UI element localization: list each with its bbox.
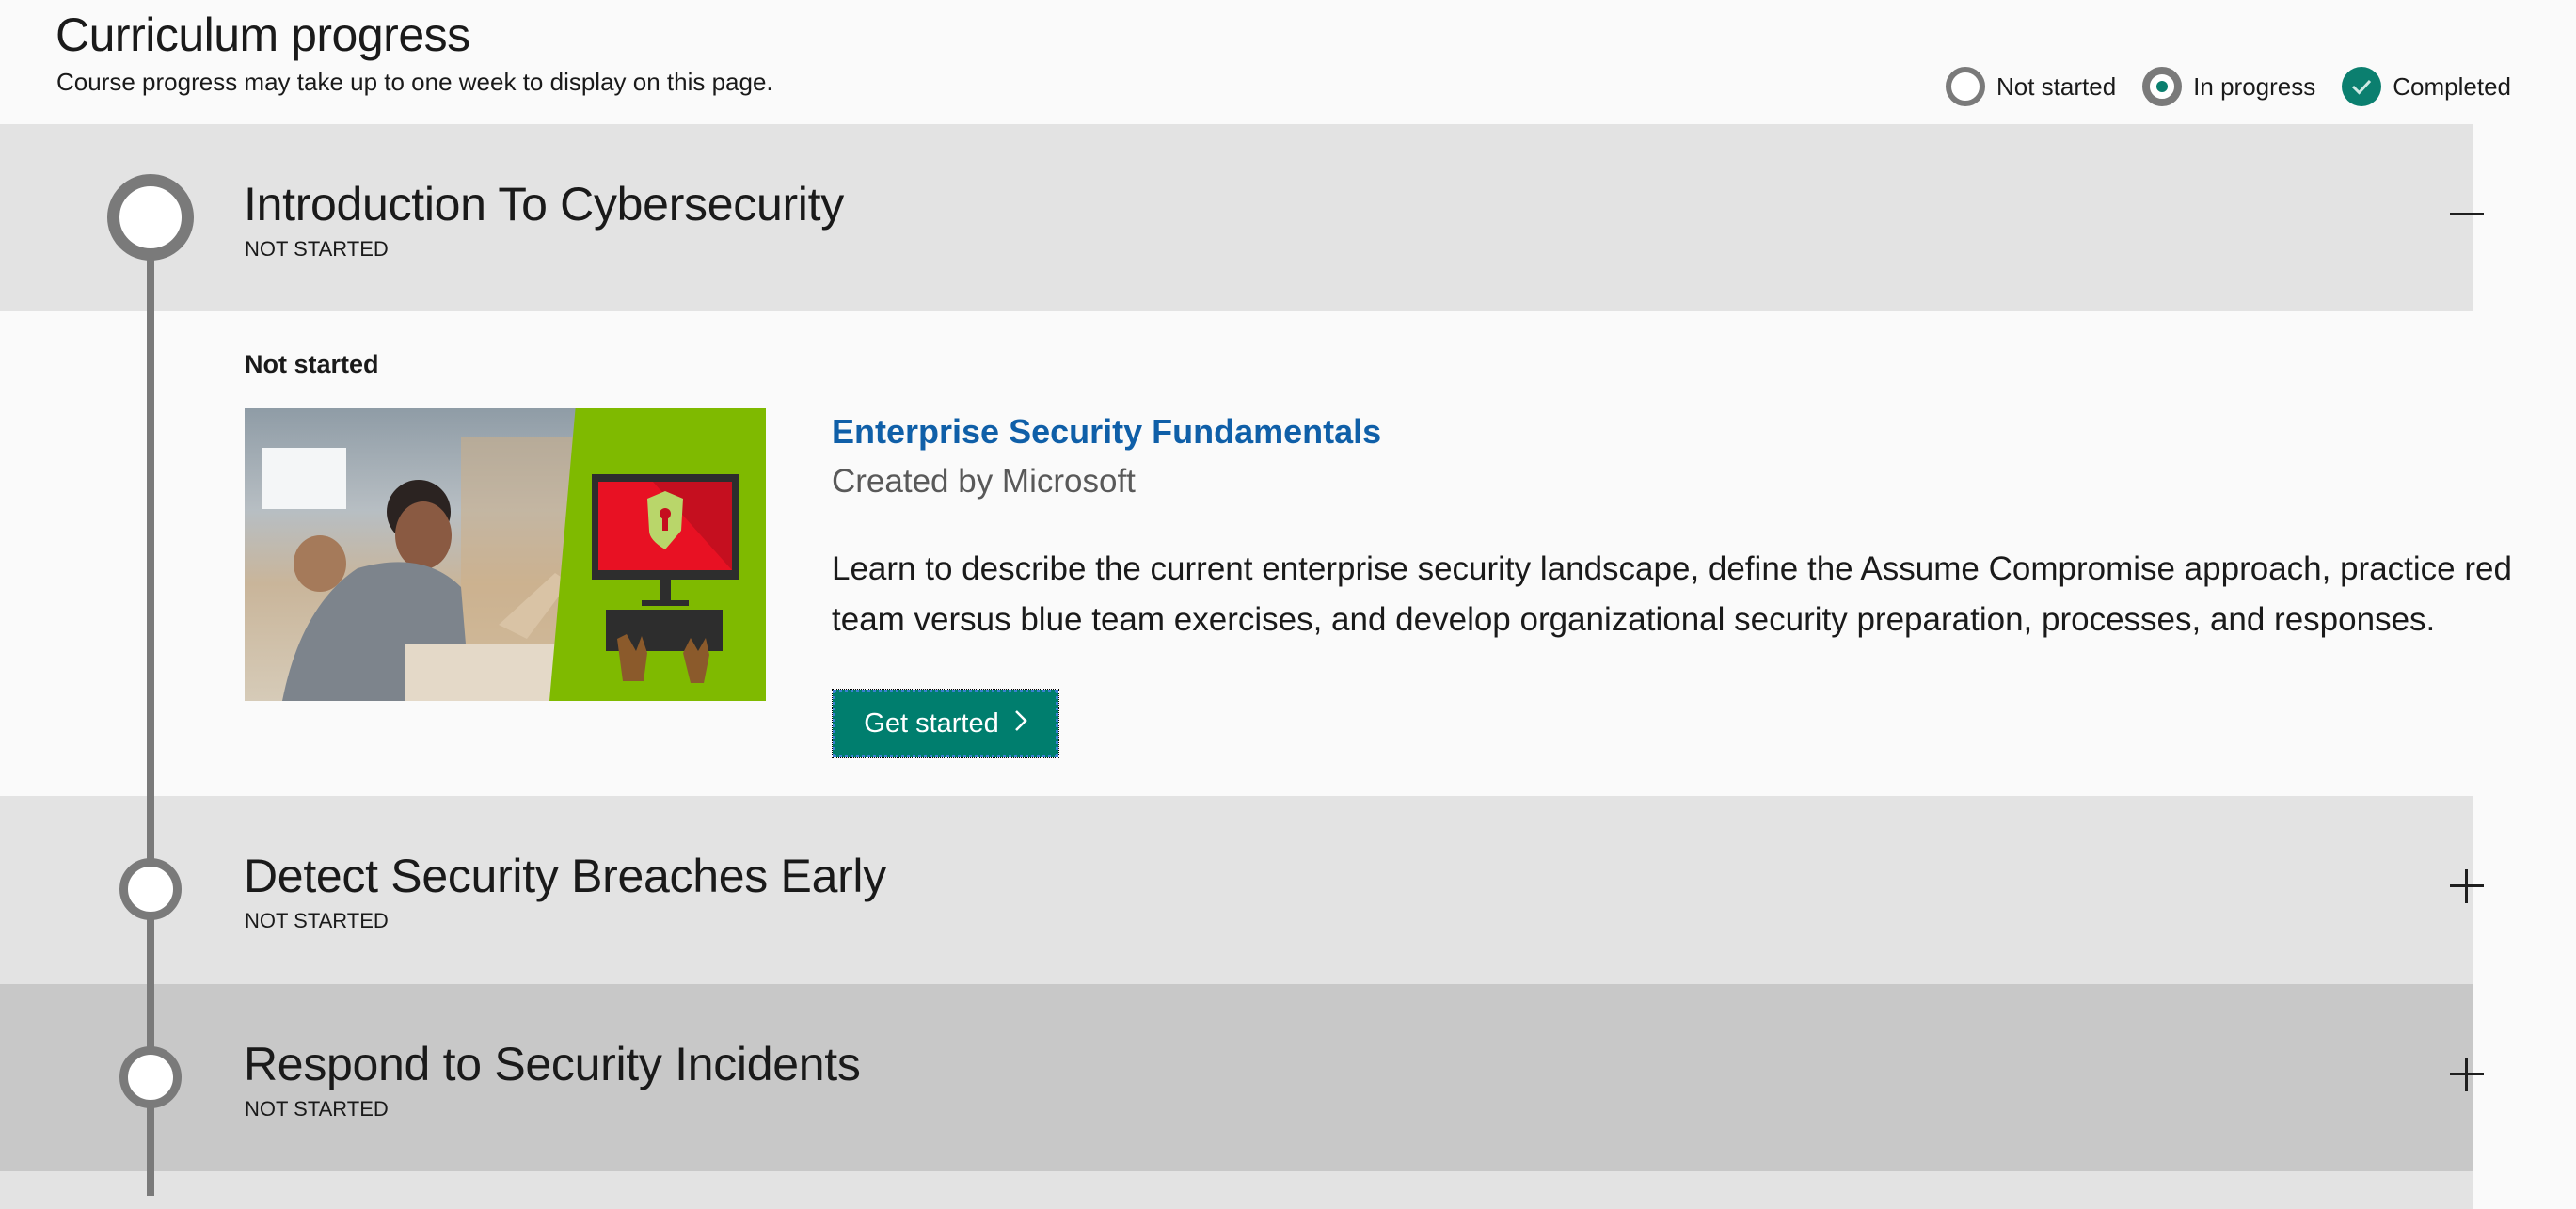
course-thumbnail[interactable] xyxy=(245,408,766,701)
person-with-laptop-image xyxy=(245,408,602,701)
plus-icon-vertical xyxy=(2465,869,2468,903)
legend-label: Not started xyxy=(1996,72,2117,101)
page-title: Curriculum progress xyxy=(56,8,470,61)
collapse-button[interactable] xyxy=(2442,190,2491,239)
security-monitor-illustration xyxy=(549,408,766,701)
not-started-icon xyxy=(1946,67,1985,106)
section-title[interactable]: Detect Security Breaches Early xyxy=(244,849,886,903)
course-title-link[interactable]: Enterprise Security Fundamentals xyxy=(832,412,1381,452)
plus-icon-vertical xyxy=(2465,1058,2468,1091)
completed-icon xyxy=(2342,67,2382,106)
course-author: Created by Microsoft xyxy=(832,463,1136,500)
not-started-node-icon xyxy=(119,1046,182,1108)
section-status: NOT STARTED xyxy=(245,1097,389,1121)
minus-icon xyxy=(2450,213,2484,215)
page-subtitle: Course progress may take up to one week … xyxy=(56,68,773,96)
legend-label: Completed xyxy=(2393,72,2511,101)
section-title[interactable]: Respond to Security Incidents xyxy=(244,1037,861,1091)
group-label: Not started xyxy=(245,350,379,378)
legend-label: In progress xyxy=(2193,72,2316,101)
chevron-right-icon xyxy=(1014,708,1027,740)
not-started-node-icon xyxy=(119,858,182,920)
legend-item-in-progress: In progress xyxy=(2142,67,2315,106)
expand-button[interactable] xyxy=(2442,862,2491,911)
legend-item-completed: Completed xyxy=(2342,67,2511,106)
not-started-node-icon xyxy=(107,174,194,261)
course-description: Learn to describe the current enterprise… xyxy=(832,550,2512,638)
legend-item-not-started: Not started xyxy=(1946,67,2116,106)
section-status: NOT STARTED xyxy=(245,909,389,932)
section-title[interactable]: Introduction To Cybersecurity xyxy=(244,177,844,231)
status-legend: Not started In progress Completed xyxy=(1946,67,2511,106)
in-progress-icon xyxy=(2142,67,2183,106)
get-started-label: Get started xyxy=(864,708,999,739)
section-header-next[interactable] xyxy=(0,1171,2473,1209)
section-status: NOT STARTED xyxy=(245,237,389,261)
expand-button[interactable] xyxy=(2442,1050,2491,1099)
get-started-button[interactable]: Get started xyxy=(832,689,1059,758)
